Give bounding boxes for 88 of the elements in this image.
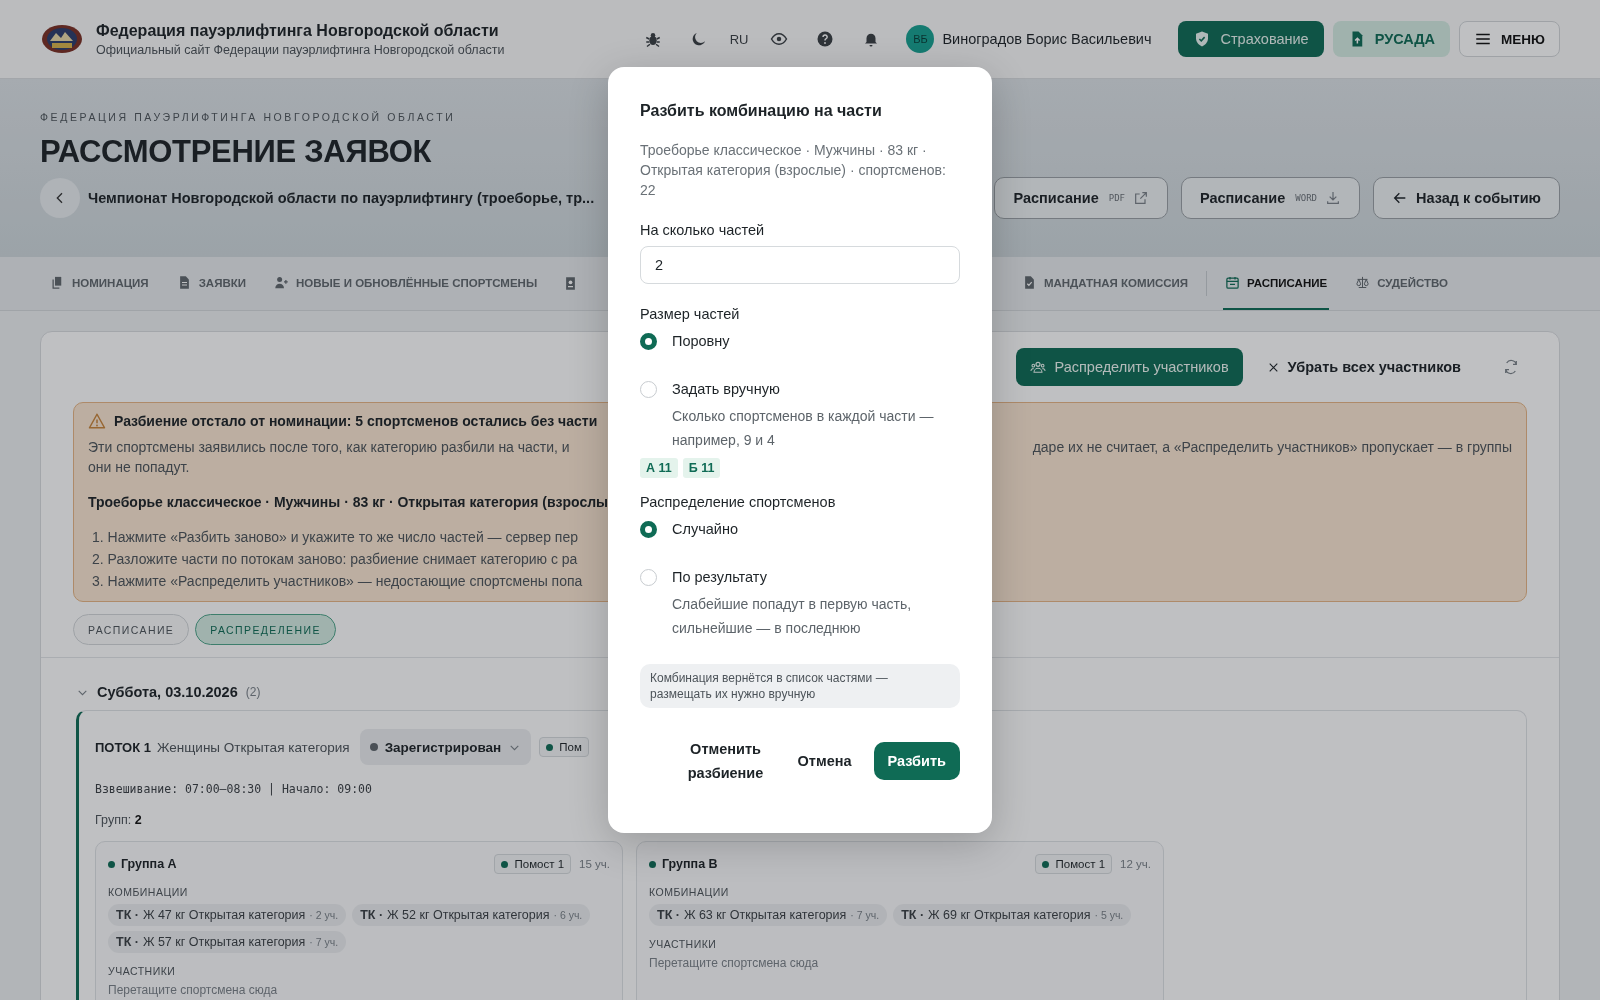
view-toggle[interactable]: РАСПИСАНИЕ <box>73 614 190 645</box>
hero-button[interactable]: Расписание PDF <box>994 177 1168 220</box>
page-title: РАССМОТРЕНИЕ ЗАЯВОК <box>40 135 432 170</box>
drop-hint: Перетащите спортсмена сюда <box>108 983 279 997</box>
hero-button[interactable]: Расписание WORD <box>1181 177 1360 220</box>
day-title: Суббота, 03.10.2026 <box>97 684 238 700</box>
users-icon <box>1030 359 1047 375</box>
instruction-step: 1. Нажмите «Разбить заново» и укажите то же число частей — сервер пер <box>92 526 578 548</box>
view-toggle[interactable]: РАСПРЕДЕЛЕНИЕ <box>195 614 336 645</box>
header-button[interactable]: МЕНЮ <box>1459 21 1560 57</box>
drop-hint: Перетащите спортсмена сюда <box>649 956 820 970</box>
download-icon <box>1325 190 1341 207</box>
hero-button[interactable]: Назад к событию <box>1373 177 1560 220</box>
warning-icon <box>88 412 106 430</box>
combination-chip[interactable]: ТК · Ж 47 кг Открытая категория · 2 уч. <box>108 904 347 926</box>
tab[interactable]: НОМИНАЦИЯ <box>48 257 151 310</box>
platform-tag: Помост 1 <box>494 854 572 874</box>
dialog-note: Комбинация вернётся в список частями — размещать их нужно вручную <box>640 664 960 708</box>
alert-text: Эти спортсмены заявились после того, как категорию разбили на части, и <box>88 438 570 457</box>
external-link-icon <box>1133 190 1149 207</box>
refresh-icon[interactable] <box>1503 359 1519 375</box>
breadcrumb-label: ФЕДЕРАЦИЯ ПАУЭРЛИФТИНГА НОВГОРОДСКОЙ ОБЛАСТИ <box>40 111 456 123</box>
dialog-button[interactable]: Отменить разбиение <box>675 736 776 786</box>
instruction-step: 2. Разложите части по потокам заново: разбиение снимает категорию с ра <box>92 548 578 570</box>
stream-label: ПОТОК 1 <box>95 739 151 755</box>
dialog-description: Троеборье классическое · Мужчины · 83 кг · Открытая категория (взрослые) · спортсменов: 22 <box>640 141 947 200</box>
language-button[interactable]: RU <box>721 31 757 47</box>
section-label: УЧАСТНИКИ <box>108 965 177 977</box>
radio-button[interactable] <box>640 332 657 350</box>
section-label: КОМБИНАЦИИ <box>649 886 730 898</box>
participant-count: 12 уч. <box>1120 858 1151 870</box>
status-dot <box>369 743 378 751</box>
combination-name: Троеборье классическое · Мужчины · 83 кг · Открытая категория (взрослы <box>88 494 609 510</box>
combination-chip[interactable]: ТК · Ж 52 кг Открытая категория · 6 уч. <box>352 904 591 926</box>
help-icon[interactable] <box>816 30 835 48</box>
section-label: УЧАСТНИКИ <box>649 938 718 950</box>
instruction-step: 3. Нажмите «Распределить участников» — недостающие спортсмены попа <box>92 570 583 592</box>
dialog-title: Разбить комбинацию на части <box>640 102 883 120</box>
option-hint: Сколько спортсменов в каждой части — например, 9 и 4 <box>672 407 935 450</box>
alert-text: они не попадут. <box>88 458 190 477</box>
tab[interactable]: СУДЕЙСТВО <box>1353 257 1450 310</box>
groups-count: Групп: 2 <box>95 813 143 827</box>
user-plus-icon <box>274 275 289 290</box>
field-label: Размер частей <box>640 306 741 322</box>
option-label[interactable]: Случайно <box>672 521 738 537</box>
platform-tag: Помост 1 <box>1035 854 1113 874</box>
event-title: Чемпионат Новгородской области по пауэрлифтингу (троеборье, тр... <box>88 190 595 207</box>
combination-chip[interactable]: ТК · Ж 63 кг Открытая категория · 7 уч. <box>649 904 888 926</box>
group-name: Группа B <box>649 857 718 871</box>
dialog-button[interactable]: Отмена <box>791 748 858 774</box>
site-subtitle: Официальный сайт Федерации пауэрлифтинга Новгородской области <box>96 42 505 57</box>
option-label[interactable]: Поровну <box>672 333 730 349</box>
tab[interactable]: ЗАЯВКИ <box>174 257 248 310</box>
field-label: На сколько частей <box>640 222 766 238</box>
user-name[interactable]: Виноградов Борис Васильевич <box>942 31 1152 47</box>
combination-chip[interactable]: ТК · Ж 69 кг Открытая категория · 5 уч. <box>893 904 1132 926</box>
bug-icon[interactable] <box>643 30 662 48</box>
distribute-button[interactable]: Распределить участников <box>1016 348 1243 386</box>
tab[interactable]: НОВЫЕ И ОБНОВЛЁННЫЕ СПОРТСМЕНЫ <box>272 257 540 310</box>
group-name: Группа А <box>108 857 177 871</box>
stream-category: Женщины Открытая категория <box>156 739 350 755</box>
schedule-text: Взвешивание: 07:00–08:30 | Начало: 09:00 <box>95 782 372 796</box>
site-title: Федерация пауэрлифтинга Новгородской области <box>96 21 500 40</box>
option-label[interactable]: Задать вручную <box>672 381 780 397</box>
alert-text: даре их не считает, а «Распределить участников» пропускает — в группы <box>1032 438 1512 457</box>
tab[interactable]: МАНДАТНАЯ КОМИССИЯ <box>1019 257 1191 310</box>
calendar-icon <box>1225 275 1241 290</box>
header-button[interactable]: Страхование <box>1178 21 1324 57</box>
clear-button[interactable]: Убрать всех участников <box>1260 358 1467 376</box>
part-size-tag: Б 11 <box>682 458 721 478</box>
option-hint: Слабейшие попадут в первую часть, сильнейшие — в последнюю <box>672 595 913 638</box>
tab[interactable]: РАСПИСАНИЕ <box>1223 257 1330 310</box>
part-size-tag: А 11 <box>640 458 678 478</box>
participant-count: 15 уч. <box>579 858 610 870</box>
split-button[interactable]: Разбить <box>873 742 960 780</box>
eye-icon[interactable] <box>770 30 789 48</box>
combination-chip[interactable]: ТК · Ж 57 кг Открытая категория · 7 уч. <box>108 931 347 953</box>
header-button[interactable]: РУСАДА <box>1332 21 1451 57</box>
alert-title: Разбиение отстало от номинации: 5 спортсменов остались без части <box>114 413 598 429</box>
parts-input[interactable]: 2 <box>640 246 960 284</box>
scales-icon <box>1355 275 1371 290</box>
radio-button[interactable] <box>640 520 657 538</box>
platform-tag: Пом <box>539 737 589 757</box>
field-label: Распределение спортсменов <box>640 494 837 510</box>
day-count: (2) <box>245 685 261 699</box>
section-label: КОМБИНАЦИИ <box>108 886 189 898</box>
option-label[interactable]: По результату <box>672 569 767 585</box>
status-dropdown[interactable]: Зарегистрирован <box>359 729 532 765</box>
